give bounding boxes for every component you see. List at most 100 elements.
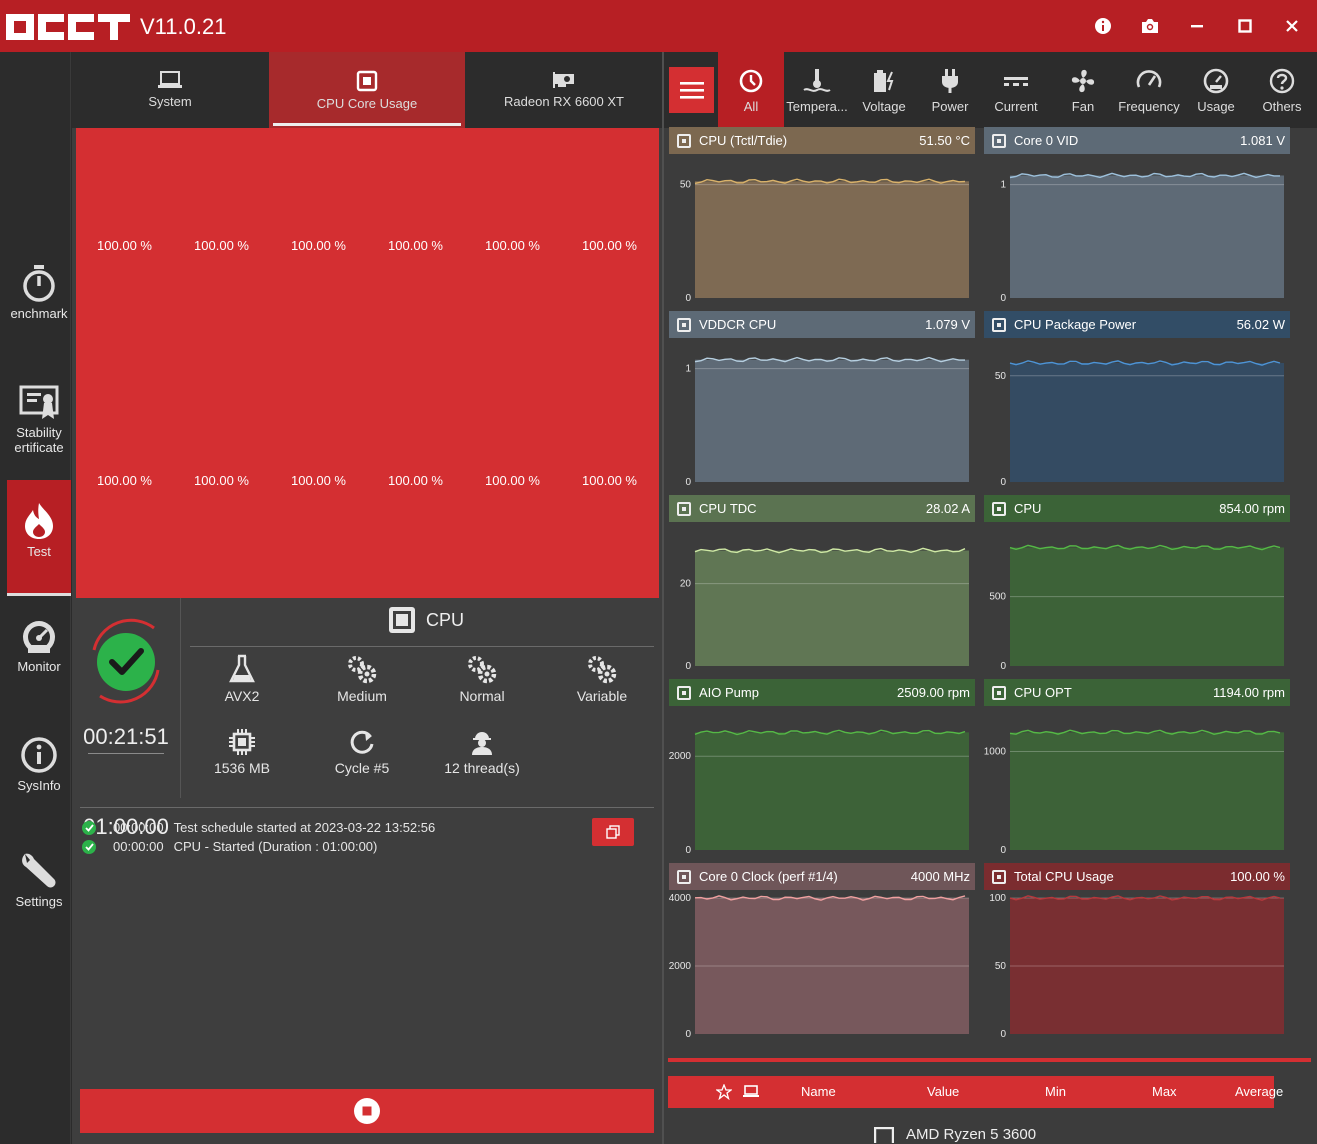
nav-sysinfo[interactable]: SysInfo [7,736,71,796]
tick-label: 0 [685,477,691,488]
sensor-card[interactable]: CPU 854.00 rpm 500 0 [984,495,1290,679]
tab-cpu-core-usage[interactable]: CPU Core Usage [269,52,465,128]
log-entry: 00:00:00 CPU - Started (Duration : 01:00… [82,837,582,856]
app-version: V11.0.21 [140,14,227,39]
cpu-square-icon [677,317,691,332]
nav-benchmark-label: enchmark [10,306,68,321]
close-button[interactable] [1278,12,1306,40]
nav-stability-certificate[interactable]: Stability ertificate [7,385,71,459]
param-memory-label: 1536 MB [213,760,271,776]
tick-label: 1 [1000,180,1006,191]
close-icon [1286,20,1298,32]
sensor-card[interactable]: VDDCR CPU 1.079 V 10 [669,311,975,495]
tick-label: 0 [685,293,691,304]
battery-bolt-icon [874,70,894,92]
column-name[interactable]: Name [801,1084,836,1099]
tick-label: 4000 [669,893,691,904]
column-average[interactable]: Average [1235,1084,1283,1099]
gears-icon [588,656,617,684]
param-mode-label: Normal [459,688,505,704]
tab-voltage[interactable]: Voltage [851,52,917,128]
tab-frequency[interactable]: Frequency [1116,52,1182,128]
status-divider [180,598,181,798]
copy-log-button[interactable] [592,818,634,846]
sensor-card[interactable]: Core 0 Clock (perf #1/4) 4000 MHz 4000 200… [669,863,975,1047]
tick-label: 50 [995,371,1007,382]
tab-gpu[interactable]: Radeon RX 6600 XT [466,52,662,128]
table-resize-handle[interactable] [668,1058,1311,1062]
tab-all[interactable]: All [718,52,784,128]
maximize-button[interactable] [1231,12,1259,40]
plug-icon [942,69,958,93]
sensor-area [1010,547,1284,666]
sensor-header: Total CPU Usage 100.00 % [984,863,1290,890]
gears-icon [348,656,377,684]
monitoring-menu-button[interactable] [669,67,714,113]
stop-icon [354,1098,380,1124]
sensor-chart: 500 0 [989,544,1284,672]
sensor-value: 1.079 V [925,317,970,332]
param-load-type: Variable [552,654,652,704]
laptop-icon[interactable] [742,1085,760,1099]
param-threads-label: 12 thread(s) [444,760,520,776]
timer-divider [88,753,164,754]
favorite-star-icon[interactable] [716,1084,732,1100]
flask-icon [229,654,255,683]
gauge-icon [1136,70,1162,88]
sensor-card[interactable]: CPU TDC 28.02 A 20 0 [669,495,975,679]
nav-settings[interactable]: Settings [7,852,71,912]
sensor-chart: 10 [1000,172,1284,304]
history-icon [739,69,763,93]
ok-check-icon [82,839,96,854]
sensor-card[interactable]: AIO Pump 2509.00 rpm 2000 0 [669,679,975,863]
gpu-icon [553,72,574,88]
gears-icon [468,656,497,684]
tab-fan[interactable]: Fan [1050,52,1116,128]
sensor-name: CPU [1014,501,1042,516]
sensor-value: 1194.00 rpm [1212,685,1285,700]
minimize-button[interactable] [1183,12,1211,40]
column-max[interactable]: Max [1152,1084,1177,1099]
nav-benchmark[interactable]: enchmark [7,264,71,324]
tab-current[interactable]: Current [983,52,1049,128]
info-button[interactable] [1089,12,1117,40]
nav-monitor[interactable]: Monitor [7,619,71,679]
sensor-card[interactable]: Total CPU Usage 100.00 % 100 50 0 [984,863,1290,1047]
sensor-card[interactable]: Core 0 VID 1.081 V 10 [984,127,1290,311]
tab-others[interactable]: Others [1249,52,1315,128]
tab-temperature[interactable]: Tempera... [784,52,850,128]
sensor-card[interactable]: CPU (Tctl/Tdie) 51.50 °C 50 0 [669,127,975,311]
speedometer-icon [23,621,55,653]
stop-test-button[interactable] [80,1089,654,1133]
screenshot-button[interactable] [1136,12,1164,40]
nav-settings-label: Settings [15,894,63,909]
sensor-card[interactable]: CPU Package Power 56.02 W 50 0 [984,311,1290,495]
tab-power[interactable]: Power [917,52,983,128]
tick-label: 500 [989,592,1006,603]
tab-usage-label: Usage [1197,99,1235,114]
worker-icon [472,732,492,755]
test-device-header: CPU [388,606,464,634]
speedometer-icon [1203,68,1229,94]
column-min[interactable]: Min [1045,1084,1066,1099]
sensor-card[interactable]: CPU OPT 1194.00 rpm 1000 0 [984,679,1290,863]
param-cycle-label: Cycle #5 [334,760,390,776]
sensor-table-header: Name Value Min Max Average [668,1076,1283,1108]
tab-system[interactable]: System [72,52,268,128]
table-row[interactable]: AMD Ryzen 5 3600 [874,1126,1036,1143]
log-time: 00:00:00 [113,820,164,835]
sensor-area [695,550,969,666]
elapsed-time: 00:21:51 [83,724,169,749]
sensor-value: 28.02 A [925,501,970,516]
cpu-square-icon [389,607,415,633]
core-usage-value: 100.00 % [97,238,152,253]
core-usage-value: 100.00 % [582,473,637,488]
core-usage-value: 100.00 % [388,238,443,253]
tab-fan-label: Fan [1071,99,1095,114]
core-usage-value: 100.00 % [485,238,540,253]
sensor-chart: 50 0 [680,178,969,304]
param-data-set-label: Medium [337,688,387,704]
tab-usage[interactable]: Usage [1183,52,1249,128]
nav-test[interactable]: Test [7,480,71,596]
column-value[interactable]: Value [927,1084,959,1099]
